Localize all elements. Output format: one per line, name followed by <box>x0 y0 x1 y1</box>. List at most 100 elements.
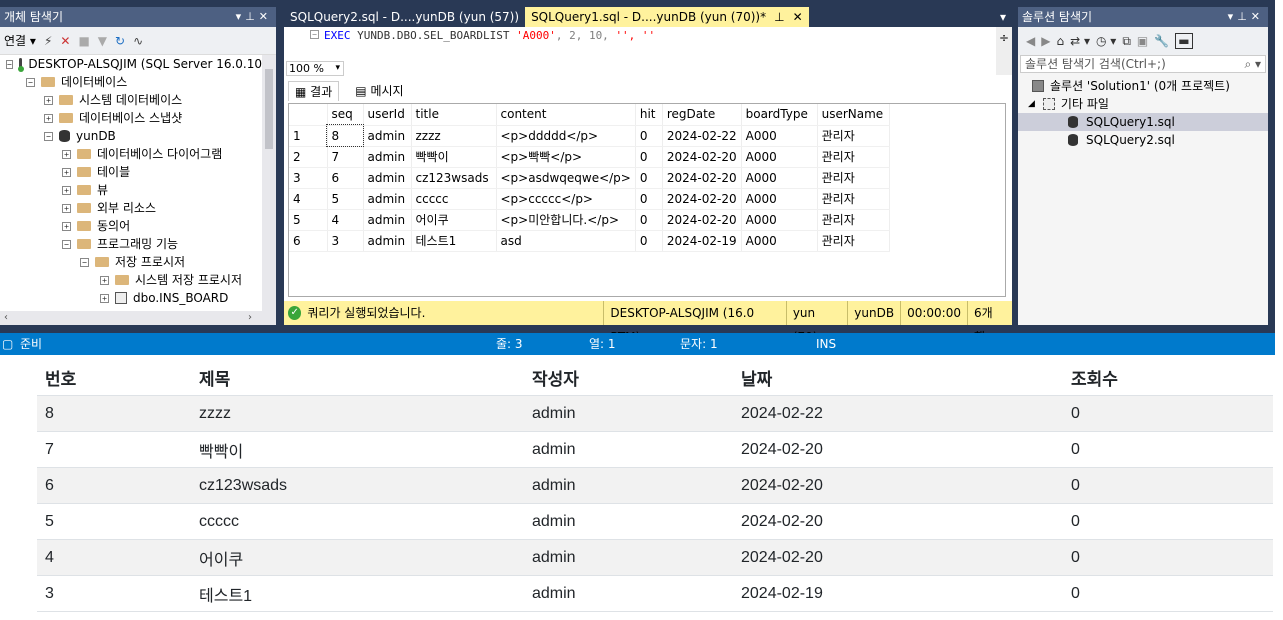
grid-cell[interactable]: 2024-02-20 <box>662 188 742 210</box>
grid-cell[interactable]: 3 <box>327 230 364 252</box>
grid-cell[interactable]: 관리자 <box>817 209 890 231</box>
grid-cell[interactable]: 관리자 <box>817 230 890 252</box>
grid-cell[interactable]: 5 <box>327 188 364 210</box>
grid-cell[interactable]: <p>ccccc</p> <box>496 188 636 210</box>
grid-cell[interactable]: A000 <box>741 125 818 147</box>
close-tab-icon[interactable]: ✕ <box>793 10 803 24</box>
pin-icon[interactable]: ⊥ <box>1237 10 1251 23</box>
expand-icon[interactable]: + <box>44 113 53 123</box>
tree-node-tables[interactable]: + 테이블 <box>0 163 262 181</box>
grid-row[interactable]: 3 6 admin cz123wsads <p>asdwqeqwe</p> 0 2024-0… <box>289 167 890 189</box>
expand-icon[interactable]: + <box>62 203 71 213</box>
grid-cell[interactable]: admin <box>363 209 412 231</box>
expand-icon[interactable]: + <box>100 275 109 285</box>
grid-cell[interactable]: <p>asdwqeqwe</p> <box>496 167 636 189</box>
back-icon[interactable]: ◀ <box>1026 34 1035 48</box>
grid-row-number[interactable]: 2 <box>289 146 328 168</box>
connect-icon[interactable]: ⚡ <box>44 34 52 48</box>
grid-row-number[interactable]: 4 <box>289 188 328 210</box>
scroll-left-icon[interactable]: ‹ <box>4 311 8 325</box>
refresh-icon[interactable]: ↻ <box>115 34 125 48</box>
tabs-dropdown-icon[interactable]: ▾ <box>994 7 1012 27</box>
grid-cell[interactable]: cz123wsads <box>411 167 497 189</box>
collapse-icon[interactable]: − <box>80 257 89 267</box>
tree-node-yundb[interactable]: − yunDB <box>0 127 262 145</box>
tree-node-programmability[interactable]: − 프로그래밍 기능 <box>0 235 262 253</box>
tree-node-stored-procs[interactable]: − 저장 프로시저 <box>0 253 262 271</box>
results-grid[interactable]: seq userId title content hit regDate boa… <box>288 103 1006 297</box>
tree-node-external[interactable]: + 외부 리소스 <box>0 199 262 217</box>
grid-cell[interactable]: A000 <box>741 188 818 210</box>
scroll-right-icon[interactable]: › <box>248 311 252 325</box>
grid-cell[interactable]: A000 <box>741 146 818 168</box>
vertical-scrollbar[interactable] <box>262 55 276 311</box>
expand-icon[interactable]: + <box>62 167 71 177</box>
grid-cell[interactable]: admin <box>363 125 412 147</box>
dropdown-icon[interactable]: ▾ <box>1228 10 1238 23</box>
board-title[interactable]: cz123wsads <box>199 477 532 495</box>
grid-cell[interactable]: <p>미안합니다.</p> <box>496 209 636 231</box>
tree-node-ins-board[interactable]: + dbo.INS_BOARD <box>0 289 262 307</box>
grid-cell[interactable]: 0 <box>635 125 663 147</box>
close-icon[interactable]: ✕ <box>259 10 272 23</box>
code-editor[interactable]: − EXEC YUNDB.DBO.SEL_BOARDLIST 'A000', 2… <box>284 27 996 59</box>
grid-cell[interactable]: 0 <box>635 209 663 231</box>
grid-cell[interactable]: 0 <box>635 146 663 168</box>
tab-sqlquery2[interactable]: SQLQuery2.sql - D....yunDB (yun (57)) <box>284 7 525 27</box>
pin-icon[interactable]: ⊥ <box>774 10 784 24</box>
tree-node-databases[interactable]: − 데이터베이스 <box>0 73 262 91</box>
close-icon[interactable]: ✕ <box>1251 10 1264 23</box>
grid-row-number[interactable]: 6 <box>289 230 328 252</box>
grid-cell[interactable]: 0 <box>635 167 663 189</box>
grid-row-number[interactable]: 3 <box>289 167 328 189</box>
grid-cell[interactable]: 8 <box>326 124 364 147</box>
grid-cell[interactable]: 빡빡이 <box>411 146 497 168</box>
grid-cell[interactable]: 4 <box>327 209 364 231</box>
show-all-icon[interactable]: ▣ <box>1137 34 1148 48</box>
board-title[interactable]: 빡빡이 <box>199 438 532 462</box>
collapse-all-icon[interactable]: ⧉ <box>1122 34 1131 49</box>
collapse-icon[interactable]: − <box>44 131 53 141</box>
collapse-icon[interactable]: − <box>6 59 13 69</box>
grid-cell[interactable]: A000 <box>741 230 818 252</box>
grid-row[interactable]: 5 4 admin 어이쿠 <p>미안합니다.</p> 0 2024-02-20 A000 관리… <box>289 209 890 231</box>
grid-cell[interactable]: 관리자 <box>817 125 890 147</box>
expand-icon[interactable]: + <box>62 221 71 231</box>
grid-cell[interactable]: A000 <box>741 209 818 231</box>
grid-cell[interactable]: 관리자 <box>817 188 890 210</box>
grid-cell[interactable]: admin <box>363 146 412 168</box>
tree-node-snapshots[interactable]: + 데이터베이스 스냅샷 <box>0 109 262 127</box>
grid-cell[interactable]: <p>빡빡</p> <box>496 146 636 168</box>
grid-row-number[interactable]: 5 <box>289 209 328 231</box>
stop-icon[interactable]: ■ <box>78 34 89 48</box>
grid-cell[interactable]: zzzz <box>411 125 497 147</box>
board-row[interactable]: 8 zzzz admin 2024-02-22 0 <box>37 396 1273 432</box>
collapse-icon[interactable]: − <box>62 239 71 249</box>
grid-row[interactable]: 6 3 admin 테스트1 asd 0 2024-02-19 A000 관리자 <box>289 230 890 252</box>
expand-icon[interactable]: + <box>44 95 53 105</box>
tree-node-system-stored-procs[interactable]: + 시스템 저장 프로시저 <box>0 271 262 289</box>
forward-icon[interactable]: ▶ <box>1041 34 1050 48</box>
collapse-icon[interactable]: ◢ <box>1028 95 1035 113</box>
dropdown-icon[interactable]: ▾ <box>236 10 246 23</box>
activity-monitor-icon[interactable]: ∿ <box>133 34 143 48</box>
switch-views-icon[interactable]: ⇄ ▾ <box>1070 34 1090 48</box>
grid-cell[interactable]: 6 <box>327 167 364 189</box>
solution-node[interactable]: 솔루션 'Solution1' (0개 프로젝트) <box>1018 77 1268 95</box>
board-row[interactable]: 5 ccccc admin 2024-02-20 0 <box>37 504 1273 540</box>
zoom-select[interactable]: 100 % ▾ <box>286 61 344 76</box>
board-row[interactable]: 3 테스트1 admin 2024-02-19 0 <box>37 576 1273 612</box>
misc-files-node[interactable]: ◢ 기타 파일 <box>1018 95 1268 113</box>
grid-row[interactable]: 4 5 admin ccccc <p>ccccc</p> 0 2024-02-20 A000 관… <box>289 188 890 210</box>
disconnect-icon[interactable]: ✕ <box>60 34 70 48</box>
editor-scrollbar[interactable]: ÷ <box>996 27 1012 75</box>
tab-sqlquery1[interactable]: SQLQuery1.sql - D....yunDB (yun (70))* ⊥ ✕ <box>525 7 809 27</box>
tree-node-synonyms[interactable]: + 동의어 <box>0 217 262 235</box>
horizontal-scrollbar[interactable]: ‹ › <box>0 311 276 325</box>
tree-node-diagrams[interactable]: + 데이터베이스 다이어그램 <box>0 145 262 163</box>
board-title[interactable]: 테스트1 <box>199 582 532 606</box>
grid-cell[interactable]: 2024-02-22 <box>662 125 742 147</box>
split-icon[interactable]: ÷ <box>996 31 1009 45</box>
grid-cell[interactable]: A000 <box>741 167 818 189</box>
grid-cell[interactable]: 2024-02-20 <box>662 146 742 168</box>
